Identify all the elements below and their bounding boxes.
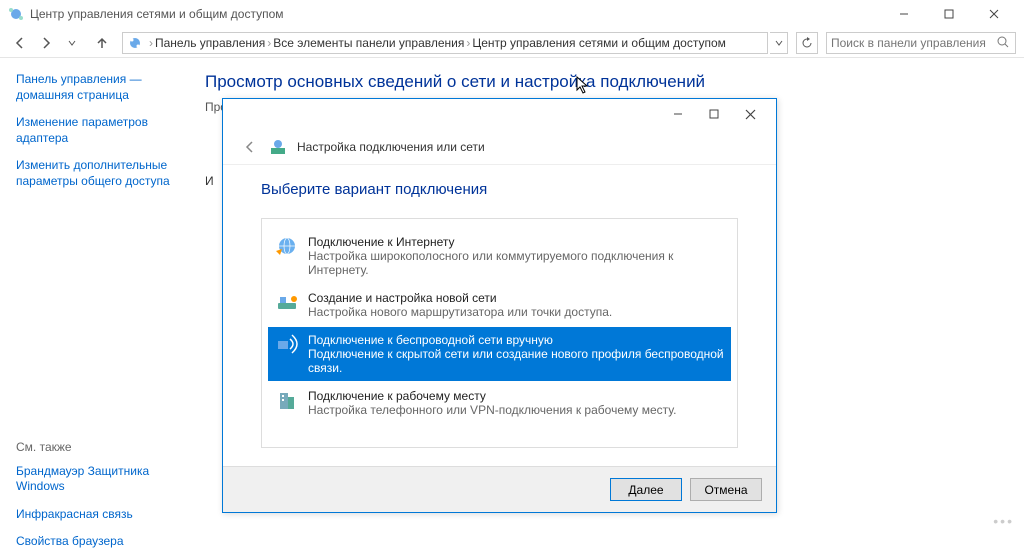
- dialog-close-button[interactable]: [732, 102, 768, 126]
- search-box[interactable]: [826, 32, 1016, 54]
- toolbar: › Панель управления › Все элементы панел…: [0, 28, 1024, 58]
- see-also-infrared[interactable]: Инфракрасная связь: [16, 507, 179, 523]
- close-button[interactable]: [971, 0, 1016, 28]
- search-icon: [996, 35, 1011, 51]
- dialog-footer: Далее Отмена: [223, 466, 776, 512]
- sidebar: Панель управления — домашняя страница Из…: [0, 58, 195, 537]
- breadcrumb-level1[interactable]: Все элементы панели управления: [273, 36, 464, 50]
- dialog-heading: Выберите вариант подключения: [261, 181, 738, 198]
- forward-button[interactable]: [34, 31, 58, 55]
- maximize-button[interactable]: [926, 0, 971, 28]
- option-internet[interactable]: Подключение к ИнтернетуНастройка широкоп…: [268, 229, 731, 283]
- see-also-heading: См. также: [16, 440, 179, 454]
- sidebar-link-sharing[interactable]: Изменить дополнительные параметры общего…: [16, 158, 179, 189]
- chevron-right-icon: ›: [149, 36, 153, 50]
- window-title: Центр управления сетями и общим доступом: [30, 7, 881, 21]
- breadcrumb[interactable]: › Панель управления › Все элементы панел…: [122, 32, 768, 54]
- breadcrumb-dropdown[interactable]: [770, 32, 788, 54]
- wizard-dialog: Настройка подключения или сети Выберите …: [222, 98, 777, 513]
- option-desc: Настройка нового маршрутизатора или точк…: [308, 305, 612, 319]
- back-button[interactable]: [8, 31, 32, 55]
- sidebar-link-adapter[interactable]: Изменение параметров адаптера: [16, 115, 179, 146]
- history-dropdown[interactable]: [60, 31, 84, 55]
- option-title: Подключение к Интернету: [308, 235, 725, 249]
- network-wizard-icon: [269, 138, 287, 156]
- chevron-right-icon: ›: [267, 36, 271, 50]
- see-also-firewall[interactable]: Брандмауэр Защитника Windows: [16, 464, 179, 495]
- breadcrumb-level2[interactable]: Центр управления сетями и общим доступом: [472, 36, 726, 50]
- option-title: Подключение к рабочему месту: [308, 389, 676, 403]
- option-title: Создание и настройка новой сети: [308, 291, 612, 305]
- search-input[interactable]: [831, 36, 996, 50]
- dialog-maximize-button[interactable]: [696, 102, 732, 126]
- dialog-header-text: Настройка подключения или сети: [297, 140, 485, 154]
- router-icon: [274, 291, 302, 315]
- option-desc: Подключение к скрытой сети или создание …: [308, 347, 725, 375]
- mouse-cursor-icon: [576, 76, 590, 94]
- option-workplace[interactable]: Подключение к рабочему местуНастройка те…: [268, 383, 731, 423]
- minimize-button[interactable]: [881, 0, 926, 28]
- app-icon: [8, 6, 24, 22]
- dialog-minimize-button[interactable]: [660, 102, 696, 126]
- dialog-header: Настройка подключения или сети: [223, 129, 776, 165]
- globe-icon: [274, 235, 302, 259]
- option-new-network[interactable]: Создание и настройка новой сетиНастройка…: [268, 285, 731, 325]
- dialog-back-button[interactable]: [241, 138, 259, 156]
- building-icon: [274, 389, 302, 413]
- up-button[interactable]: [90, 31, 114, 55]
- option-list: Подключение к ИнтернетуНастройка широкоп…: [261, 218, 738, 448]
- dialog-titlebar: [223, 99, 776, 129]
- dialog-body: Выберите вариант подключения Подключение…: [223, 165, 776, 458]
- option-desc: Настройка телефонного или VPN-подключени…: [308, 403, 676, 417]
- next-button[interactable]: Далее: [610, 478, 682, 501]
- option-desc: Настройка широкополосного или коммутируе…: [308, 249, 725, 277]
- page-heading: Просмотр основных сведений о сети и наст…: [205, 72, 1014, 92]
- control-panel-icon: [127, 35, 143, 51]
- option-manual-wireless[interactable]: Подключение к беспроводной сети вручнуюП…: [268, 327, 731, 381]
- resize-grip-icon: •••: [993, 513, 1014, 529]
- chevron-right-icon: ›: [466, 36, 470, 50]
- breadcrumb-root[interactable]: Панель управления: [155, 36, 265, 50]
- option-title: Подключение к беспроводной сети вручную: [308, 333, 725, 347]
- wireless-icon: [274, 333, 302, 357]
- refresh-button[interactable]: [796, 32, 818, 54]
- cancel-button[interactable]: Отмена: [690, 478, 762, 501]
- title-bar: Центр управления сетями и общим доступом: [0, 0, 1024, 28]
- sidebar-link-home[interactable]: Панель управления — домашняя страница: [16, 72, 179, 103]
